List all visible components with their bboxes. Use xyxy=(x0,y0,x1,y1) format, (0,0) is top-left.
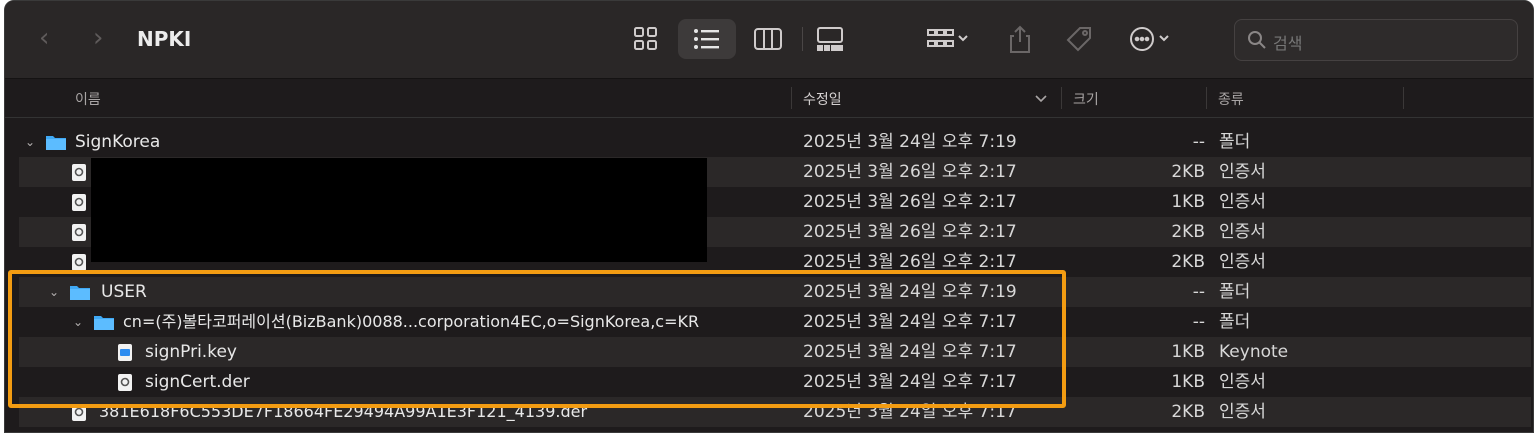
columns-icon xyxy=(754,28,782,50)
file-date: 2025년 3월 26일 오후 2:17 xyxy=(803,192,1017,212)
file-date: 2025년 3월 26일 오후 2:17 xyxy=(803,222,1017,242)
file-date: 2025년 3월 26일 오후 2:17 xyxy=(803,162,1017,182)
gallery-icon xyxy=(817,27,843,51)
search-icon xyxy=(1248,31,1266,49)
list-view-button[interactable] xyxy=(678,19,736,59)
forward-button[interactable]: › xyxy=(93,23,103,53)
file-kind: 인증서 xyxy=(1219,222,1266,242)
certificate-file-icon xyxy=(72,164,86,181)
file-date: 2025년 3월 24일 오후 7:19 xyxy=(803,132,1017,152)
column-size[interactable]: 크기 xyxy=(1073,89,1099,109)
file-kind: 인증서 xyxy=(1219,402,1266,422)
file-size: 2KB xyxy=(1171,252,1205,272)
toolbar: ‹ › NPKI 검색 xyxy=(5,1,1533,79)
file-kind: Keynote xyxy=(1219,342,1289,362)
window-title: NPKI xyxy=(137,27,192,51)
column-date[interactable]: 수정일 xyxy=(803,89,842,109)
grid-icon xyxy=(634,27,657,50)
column-view-button[interactable] xyxy=(739,19,797,59)
column-divider[interactable] xyxy=(1206,87,1207,109)
column-divider[interactable] xyxy=(1061,87,1062,109)
tag-button[interactable] xyxy=(1050,19,1108,59)
gallery-view-button[interactable] xyxy=(801,19,859,59)
column-kind[interactable]: 종류 xyxy=(1218,89,1244,109)
folder-icon xyxy=(46,136,66,150)
sort-chevron-icon xyxy=(1035,95,1047,103)
file-size: 2KB xyxy=(1171,402,1205,422)
file-kind: 인증서 xyxy=(1219,162,1266,182)
certificate-file-icon xyxy=(72,194,86,211)
file-size: 2KB xyxy=(1171,222,1205,242)
certificate-file-icon xyxy=(72,224,86,241)
file-size: 2KB xyxy=(1171,162,1205,182)
back-button[interactable]: ‹ xyxy=(39,23,49,53)
file-kind: 폴더 xyxy=(1219,132,1251,152)
list-icon xyxy=(694,29,719,49)
search-placeholder: 검색 xyxy=(1273,34,1303,53)
file-kind: 인증서 xyxy=(1219,372,1266,392)
column-divider[interactable] xyxy=(1403,87,1404,109)
tag-icon xyxy=(1066,27,1091,52)
file-size: -- xyxy=(1192,312,1205,332)
ellipsis-circle-icon xyxy=(1130,27,1169,51)
file-size: -- xyxy=(1192,132,1205,152)
chevron-down-icon[interactable]: ⌄ xyxy=(25,127,35,157)
share-button[interactable] xyxy=(991,19,1049,59)
group-icon xyxy=(927,29,968,47)
search-field[interactable]: 검색 xyxy=(1234,19,1518,61)
file-kind: 인증서 xyxy=(1219,192,1266,212)
icon-view-button[interactable] xyxy=(617,19,675,59)
column-header: 이름 수정일 크기 종류 xyxy=(5,79,1533,118)
file-size: 1KB xyxy=(1171,342,1205,362)
file-kind: 인증서 xyxy=(1219,252,1266,272)
file-size: 1KB xyxy=(1171,372,1205,392)
group-button[interactable] xyxy=(915,19,981,59)
list-item[interactable]: ⌄ SignKorea 2025년 3월 24일 오후 7:19 -- 폴더 xyxy=(19,127,1531,157)
file-kind: 폴더 xyxy=(1219,312,1251,332)
column-name[interactable]: 이름 xyxy=(75,89,101,109)
more-actions-button[interactable] xyxy=(1119,19,1183,59)
file-size: -- xyxy=(1192,282,1205,302)
file-kind: 폴더 xyxy=(1219,282,1251,302)
column-divider[interactable] xyxy=(791,87,792,109)
file-name: SignKorea xyxy=(75,132,161,152)
share-icon xyxy=(1010,25,1030,53)
highlight-box xyxy=(8,270,1066,408)
redaction-block xyxy=(91,158,707,262)
file-size: 1KB xyxy=(1171,192,1205,212)
